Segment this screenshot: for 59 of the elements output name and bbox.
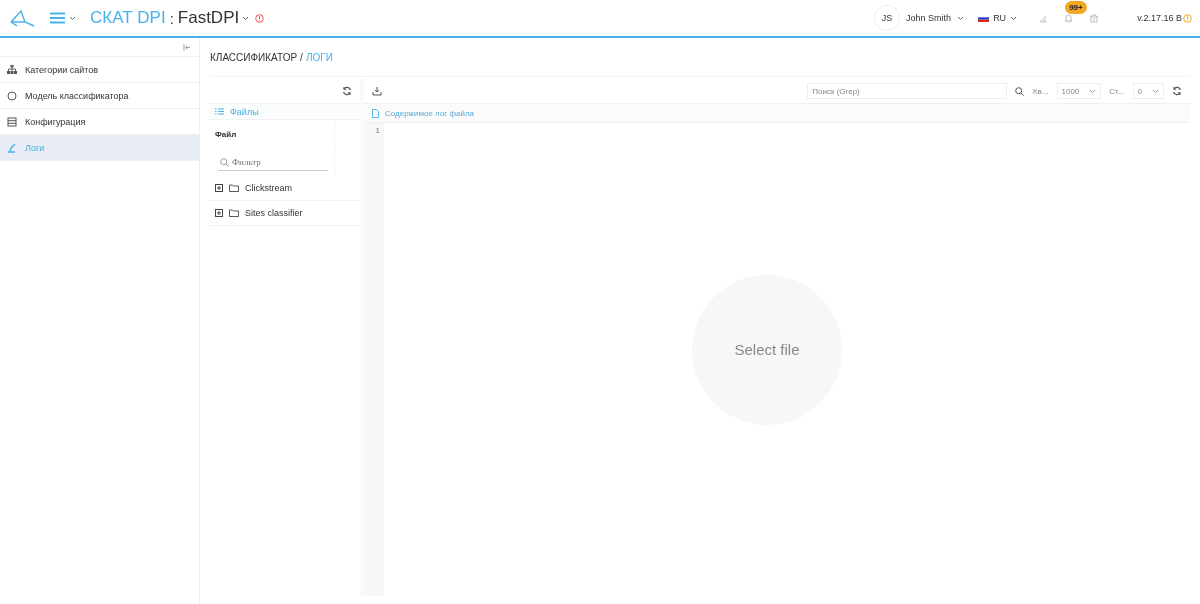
breadcrumb-item[interactable]: КЛАССИФИКАТОР (210, 51, 298, 63)
flag-icon (978, 14, 990, 22)
download-icon (372, 86, 382, 96)
page-label: Ст... (1109, 86, 1125, 96)
search-icon (1015, 86, 1025, 96)
chart-button[interactable] (1039, 13, 1049, 23)
column-header: Файл (214, 128, 238, 141)
app-title: СКАТ DPI (90, 8, 166, 28)
chevron-down-icon (242, 15, 250, 21)
tree-item[interactable]: Sites classifier (245, 208, 303, 218)
line-number: 1 (375, 126, 380, 135)
chevron-down-icon (69, 15, 76, 21)
breadcrumb-item: ЛОГИ (305, 51, 333, 63)
notifications-button[interactable] (1064, 13, 1074, 23)
expand-button[interactable] (215, 209, 223, 217)
sidebar-item[interactable]: Модель классификатора (0, 83, 199, 109)
logo-icon (8, 8, 36, 28)
collapse-button[interactable] (183, 43, 191, 51)
hierarchy-icon (7, 64, 17, 75)
tail-label: Хв... (1032, 86, 1049, 96)
chevron-down-icon (957, 15, 965, 21)
title-separator: : (169, 9, 174, 27)
refresh-button[interactable] (342, 86, 352, 96)
warning-icon (255, 13, 265, 23)
language-code: RU (993, 13, 1007, 23)
plus-box-icon (215, 209, 223, 217)
user-menu[interactable]: JS John Smith (874, 5, 965, 31)
chevron-down-icon (1010, 15, 1018, 21)
breadcrumb-separator: / (300, 51, 303, 63)
notification-badge: 99+ (1065, 1, 1087, 14)
signal-icon (1039, 13, 1049, 23)
sidebar-item[interactable]: Категории сайтов (0, 57, 199, 83)
collapse-icon (183, 43, 191, 51)
filter-field[interactable]: Фильтр (232, 157, 322, 167)
info-icon (1183, 13, 1192, 23)
brush-icon (7, 142, 17, 153)
circle-icon (7, 90, 17, 101)
bank-icon (1089, 13, 1100, 23)
folder-icon (229, 184, 239, 192)
file-icon (372, 108, 379, 118)
list-icon (215, 108, 224, 115)
chevron-down-icon (1152, 88, 1159, 94)
content-title: Содержимое лог файла (385, 108, 475, 118)
bell-icon (1064, 13, 1074, 23)
version-label: v.2.17.16 B (1137, 13, 1182, 23)
empty-state-message: Select file (734, 341, 800, 358)
search-icon (220, 157, 229, 167)
plus-box-icon (215, 184, 223, 192)
user-name: John Smith (906, 13, 952, 23)
folder-icon (229, 209, 239, 217)
expand-button[interactable] (215, 184, 223, 192)
instance-dropdown[interactable]: FastDPI (177, 8, 250, 28)
table-icon (7, 116, 17, 127)
menu-icon (50, 12, 65, 24)
chevron-down-icon (1089, 88, 1097, 94)
menu-button[interactable] (50, 12, 76, 24)
bank-button[interactable] (1089, 13, 1100, 23)
tree-item[interactable]: Clickstream (245, 183, 292, 193)
language-selector[interactable]: RU (978, 13, 1018, 23)
